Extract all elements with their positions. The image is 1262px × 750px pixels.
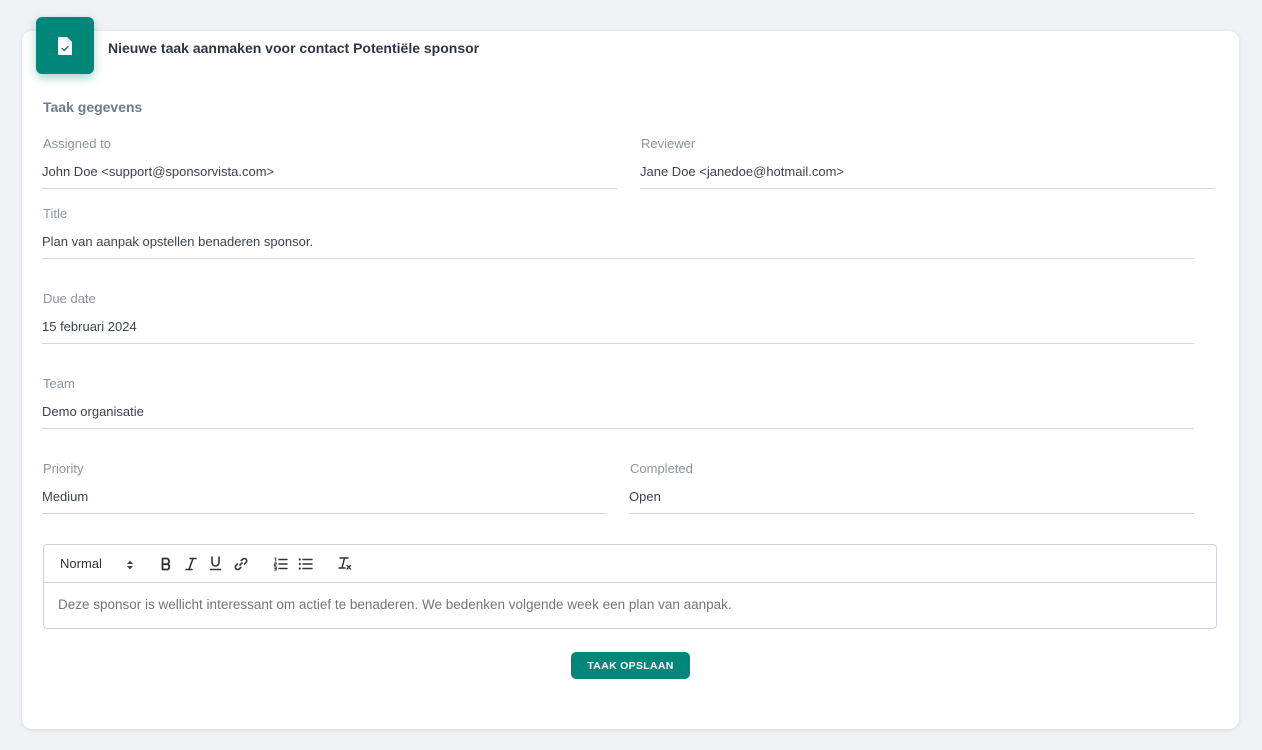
due-date-label: Due date [43,291,96,306]
bullet-list-icon [298,558,313,570]
link-icon [234,557,248,571]
completed-value: Open [629,489,661,504]
clear-format-button[interactable] [337,556,352,571]
team-value: Demo organisatie [42,404,144,419]
editor-toolbar: Normal [44,545,1216,583]
underline-button[interactable] [209,556,222,571]
section-title: Taak gegevens [43,99,143,115]
priority-value: Medium [42,489,89,504]
assigned-to-label: Assigned to [43,136,111,151]
description-editor: Normal Deze sponsor is wellicht interess… [43,544,1217,629]
clear-format-icon [338,557,352,570]
save-task-button[interactable]: TAAK OPSLAAN [571,652,690,679]
document-check-icon [58,36,72,55]
title-label: Title [43,206,68,221]
team-field[interactable]: Team Demo organisatie [42,376,1194,429]
ordered-list-button[interactable] [273,557,288,571]
card-header-icon-box [36,17,94,74]
updown-arrows-icon [127,560,133,570]
bold-icon [161,557,171,571]
due-date-value: 15 februari 2024 [42,319,137,334]
italic-button[interactable] [185,557,197,571]
priority-field[interactable]: Priority Medium [42,461,607,514]
team-label: Team [43,376,75,391]
priority-label: Priority [43,461,84,476]
assigned-to-value: John Doe <support@sponsorvista.com> [42,164,275,179]
assigned-to-field[interactable]: Assigned to John Doe <support@sponsorvis… [42,136,617,189]
page-title: Nieuwe taak aanmaken voor contact Potent… [108,40,480,56]
completed-label: Completed [630,461,693,476]
title-field[interactable]: Title Plan van aanpak opstellen benadere… [42,206,1194,259]
format-select[interactable]: Normal [60,556,136,572]
bold-button[interactable] [160,557,172,571]
reviewer-label: Reviewer [641,136,696,151]
title-value: Plan van aanpak opstellen benaderen spon… [42,234,314,249]
reviewer-field[interactable]: Reviewer Jane Doe <janedoe@hotmail.com> [640,136,1215,189]
bullet-list-button[interactable] [298,557,313,571]
underline-icon [209,556,222,571]
italic-icon [185,557,197,571]
editor-content[interactable]: Deze sponsor is wellicht interessant om … [58,597,732,612]
link-button[interactable] [234,557,248,571]
ordered-list-icon [273,557,288,571]
format-select-value: Normal [60,556,102,571]
completed-field[interactable]: Completed Open [629,461,1194,514]
due-date-field[interactable]: Due date 15 februari 2024 [42,291,1194,344]
reviewer-value: Jane Doe <janedoe@hotmail.com> [640,164,844,179]
